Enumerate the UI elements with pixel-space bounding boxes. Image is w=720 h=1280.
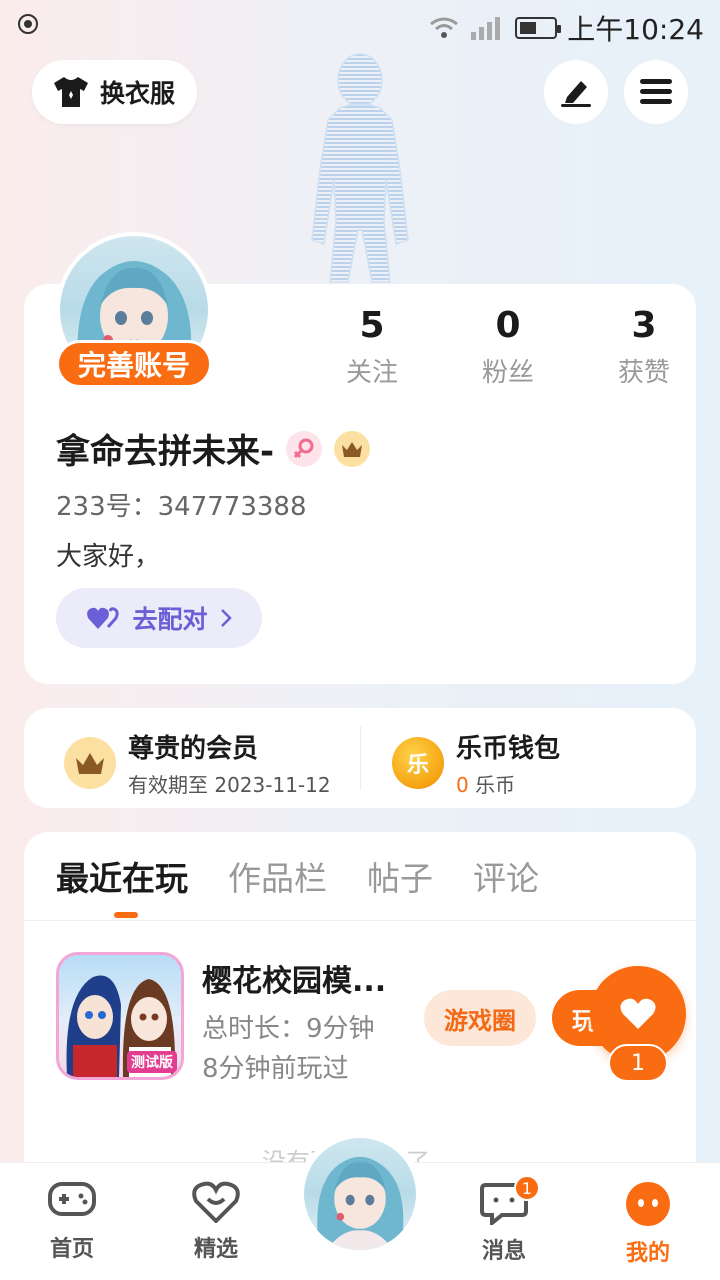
tshirt-icon [54,77,88,107]
face-icon [626,1182,670,1226]
nav-me-label: 我的 [625,1241,670,1266]
nav-messages[interactable]: 1 消息 [454,1175,554,1265]
coin-glyph: 乐 [406,753,429,778]
match-button[interactable]: 去配对 [56,588,262,648]
game-title: 樱花校园模... [202,964,387,999]
heart-icon [620,998,656,1029]
wallet-amount: 0 [456,773,469,797]
stat-likes[interactable]: 3 获赞 [576,304,712,389]
message-badge: 1 [514,1175,540,1201]
clock: 上午10:24 [567,13,704,46]
tab-comments[interactable]: 评论 [473,852,539,900]
wallet-balance: 0 乐币 [456,769,560,798]
tab-works[interactable]: 作品栏 [228,852,327,900]
avatar-image [304,1138,416,1250]
edit-button[interactable] [544,60,608,124]
crown-icon [334,430,371,467]
status-bar: 上午10:24 [0,0,720,52]
menu-button[interactable] [624,60,688,124]
record-icon [18,14,38,34]
tab-bar: 最近在玩 作品栏 帖子 评论 [56,852,539,918]
divider [360,726,361,790]
heart-box-icon [192,1181,240,1224]
fans-label: 粉丝 [481,358,534,388]
wallet-entry[interactable]: 乐 乐币钱包 0 乐币 [392,728,560,798]
nav-home-label: 首页 [49,1237,94,1262]
nav-messages-label: 消息 [481,1239,526,1264]
stat-fans[interactable]: 0 粉丝 [440,304,576,389]
last-played: 8分钟前玩过 [202,1054,349,1084]
tab-divider [24,920,696,921]
nav-home[interactable]: 首页 [22,1181,122,1263]
nav-featured-label: 精选 [193,1237,238,1262]
like-count: 1 [608,1044,668,1082]
nav-center-avatar[interactable] [298,1132,422,1256]
complete-account-button[interactable]: 完善账号 [56,340,212,388]
nav-me[interactable]: 我的 [598,1181,698,1267]
likes-label: 获赞 [617,358,670,388]
tab-posts[interactable]: 帖子 [367,852,433,900]
female-icon [286,430,323,467]
tab-recent[interactable]: 最近在玩 [56,852,188,918]
game-icon: 测试版 [56,952,184,1080]
vip-crown-icon [64,737,116,789]
user-id: 233号：347773388 [56,492,307,522]
wallet-unit: 乐币 [475,773,516,797]
membership-card: 尊贵的会员 有效期至 2023-11-12 乐 乐币钱包 0 乐币 [24,708,696,808]
likes-count: 3 [631,305,657,346]
username-row: 拿命去拼未来- [56,424,371,473]
fans-count: 0 [495,305,521,346]
following-label: 关注 [345,358,398,388]
battery-icon [515,17,562,39]
wifi-icon [430,17,459,38]
wallet-title: 乐币钱包 [456,734,561,764]
beta-badge: 测试版 [127,1051,177,1073]
nav-featured[interactable]: 精选 [166,1181,266,1263]
game-circle-button[interactable]: 游戏圈 [424,990,536,1046]
username: 拿命去拼未来- [56,432,275,472]
gamepad-icon [48,1182,96,1216]
following-count: 5 [359,305,385,346]
hearts-icon [87,607,120,629]
stat-following[interactable]: 5 关注 [304,304,440,389]
bio: 大家好， [56,542,161,572]
match-label: 去配对 [132,605,208,634]
menu-icon [640,79,672,104]
vip-expiry: 有效期至 2023-11-12 [128,773,331,797]
coin-icon: 乐 [392,737,444,789]
chevron-right-icon [220,609,232,627]
avatar-hologram [311,53,409,283]
vip-title: 尊贵的会员 [128,734,259,764]
play-duration: 总时长：9分钟 [202,1014,375,1044]
stats-row: 5 关注 0 粉丝 3 获赞 [304,304,712,389]
pen-icon [561,81,591,107]
change-clothes-label: 换衣服 [100,79,176,108]
change-clothes-button[interactable]: 换衣服 [32,60,198,124]
vip-entry[interactable]: 尊贵的会员 有效期至 2023-11-12 [64,728,331,798]
signal-icon [471,17,501,40]
